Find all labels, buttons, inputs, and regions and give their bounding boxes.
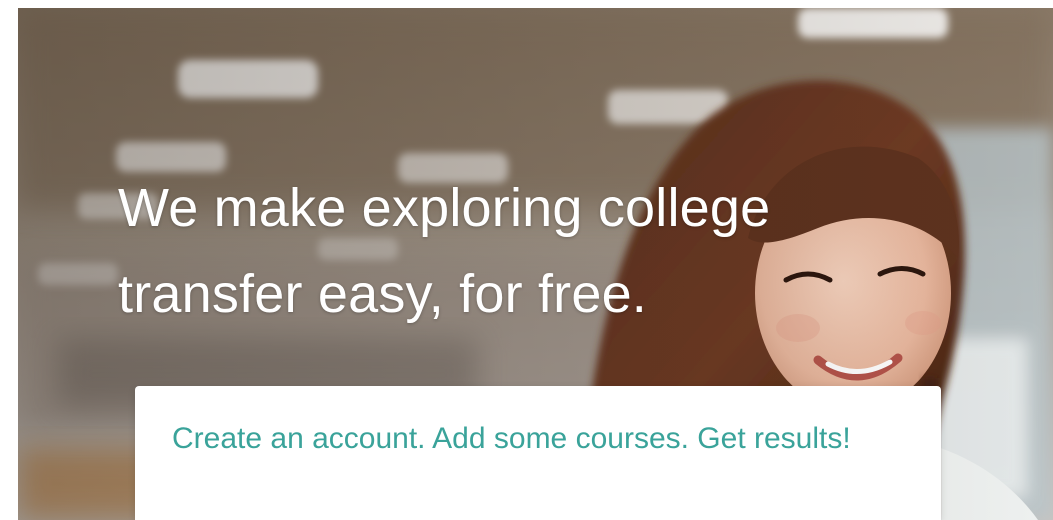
signup-callout-text[interactable]: Create an account. Add some courses. Get… xyxy=(172,412,912,466)
signup-callout-card: Create an account. Add some courses. Get… xyxy=(135,386,941,520)
page: We make exploring college transfer easy,… xyxy=(0,0,1053,520)
hero-headline: We make exploring college transfer easy,… xyxy=(118,178,771,324)
